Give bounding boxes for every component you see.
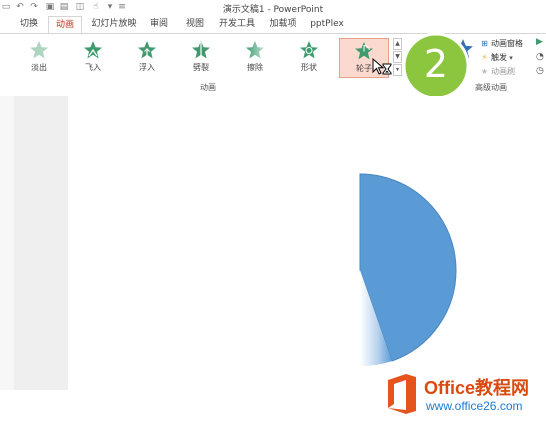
gallery-more-button[interactable]: ▾ — [393, 64, 402, 76]
effect-fly-in[interactable]: 飞入 — [68, 38, 118, 78]
tab-view[interactable]: 视图 — [180, 16, 210, 33]
group-label-animation: 动画 — [200, 83, 216, 92]
tab-developer[interactable]: 开发工具 — [214, 16, 260, 33]
trigger-button[interactable]: ⚡ 触发 ▾ — [480, 51, 513, 64]
effect-split[interactable]: 劈裂 — [176, 38, 226, 78]
effect-label: 擦除 — [247, 63, 263, 72]
tab-addins[interactable]: 加载项 — [264, 16, 302, 33]
effect-shape[interactable]: 形状 — [284, 38, 334, 78]
effect-float-in[interactable]: 浮入 — [122, 38, 172, 78]
animated-semicircle-shape[interactable] — [300, 170, 470, 370]
effect-wipe[interactable]: 擦除 — [230, 38, 280, 78]
window-title: 演示文稿1 - PowerPoint — [222, 5, 324, 15]
fly-in-star-icon — [84, 41, 102, 59]
tab-slideshow[interactable]: 幻灯片放映 — [86, 16, 142, 33]
animation-pane-icon: ⊞ — [481, 39, 488, 48]
effect-fade[interactable]: 淡出 — [14, 38, 64, 78]
gallery-scroll-down-button[interactable]: ▼ — [393, 51, 402, 63]
effect-label: 飞入 — [85, 63, 101, 72]
effect-label: 淡出 — [31, 63, 47, 72]
wipe-star-icon — [246, 41, 264, 59]
step-callout-number: 2 — [423, 42, 449, 86]
watermark-brand: Office教程网 — [424, 378, 530, 398]
office-logo-icon — [388, 374, 416, 414]
tab-animations[interactable]: 动画 — [48, 16, 82, 33]
duration-icon[interactable]: ◷ — [536, 66, 546, 78]
effect-label: 浮入 — [139, 63, 155, 72]
animation-painter-button[interactable]: ★ 动画刷 — [480, 65, 515, 78]
gallery-scroll-up-button[interactable]: ▲ — [393, 38, 402, 50]
shape-star-icon — [300, 41, 318, 59]
timing-icon[interactable]: ◔ — [536, 52, 546, 64]
thumbnail-panel-edge — [0, 96, 14, 390]
split-star-icon — [192, 41, 210, 59]
tab-transitions[interactable]: 切换 — [14, 16, 44, 33]
effect-label: 劈裂 — [193, 63, 209, 72]
busy-cursor-icon — [372, 58, 392, 75]
animation-painter-icon: ★ — [480, 67, 489, 76]
effect-label: 形状 — [301, 63, 317, 72]
wheel-star-icon — [355, 42, 373, 60]
preview-icon[interactable]: ▶ — [536, 37, 546, 49]
trigger-icon: ⚡ — [481, 53, 488, 62]
fade-star-icon — [30, 41, 48, 59]
animation-pane-button[interactable]: ⊞ 动画窗格 — [480, 37, 523, 50]
tab-review[interactable]: 审阅 — [144, 16, 174, 33]
watermark-url: www.office26.com — [426, 399, 523, 413]
title-bar: ▭ ↶ ↷ ▣ ▤ ◫ ☝ ▾ ≡ 演示文稿1 - PowerPoint — [0, 0, 546, 16]
float-in-star-icon — [138, 41, 156, 59]
tab-pptplex[interactable]: pptPlex — [306, 16, 348, 33]
